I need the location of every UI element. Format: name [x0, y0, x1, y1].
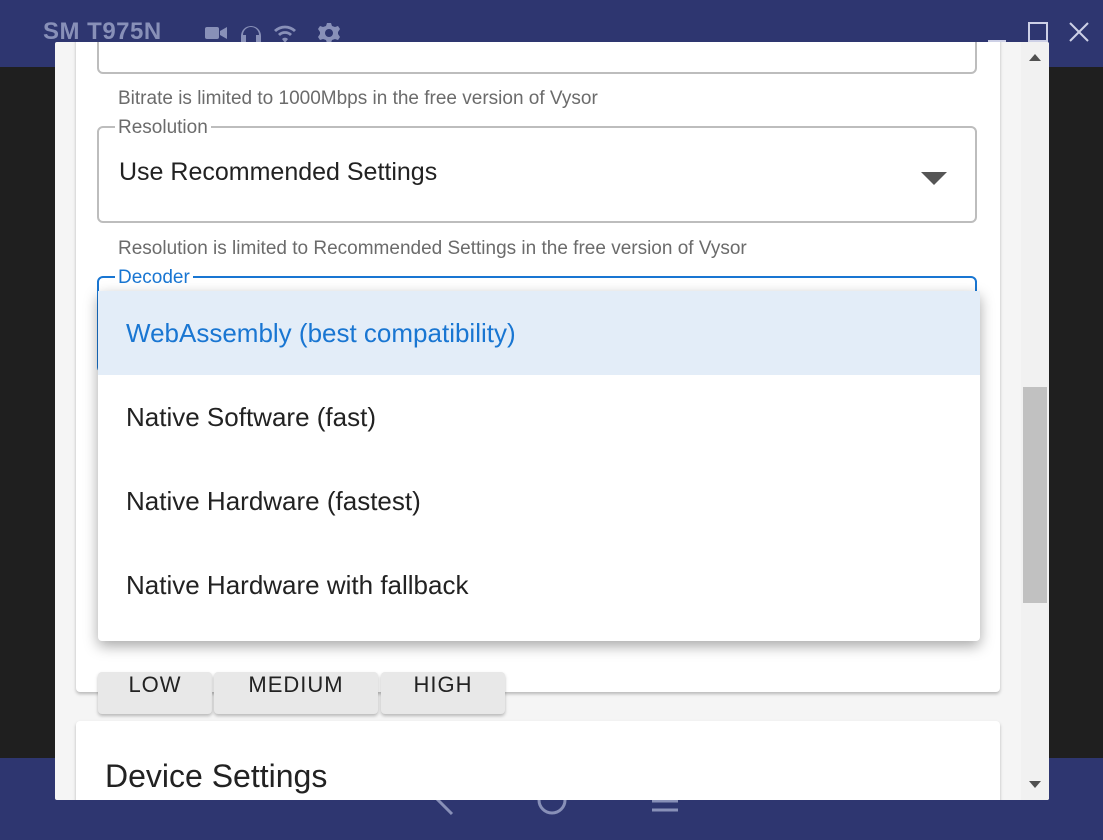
headphones-icon[interactable] — [239, 22, 263, 44]
decoder-option-native-hardware[interactable]: Native Hardware (fastest) — [98, 459, 980, 543]
device-settings-card: Device Settings — [76, 721, 1000, 800]
dialog-scrollbar[interactable] — [1021, 42, 1049, 800]
gear-icon[interactable] — [317, 22, 341, 44]
bitrate-field[interactable] — [97, 42, 977, 74]
decoder-option-native-hardware-fallback[interactable]: Native Hardware with fallback — [98, 543, 980, 627]
bitrate-helper-text: Bitrate is limited to 1000Mbps in the fr… — [118, 88, 598, 109]
decoder-option-webassembly[interactable]: WebAssembly (best compatibility) — [98, 291, 980, 375]
chevron-down-icon — [921, 172, 947, 185]
scroll-up-arrow-icon[interactable] — [1027, 50, 1043, 66]
minimize-icon[interactable] — [985, 20, 1009, 44]
wifi-icon[interactable] — [273, 22, 297, 44]
scroll-thumb[interactable] — [1023, 387, 1047, 603]
quality-medium-button[interactable]: MEDIUM — [214, 672, 378, 714]
resolution-select[interactable]: Use Recommended Settings — [97, 126, 977, 223]
quality-high-button[interactable]: HIGH — [381, 672, 505, 714]
video-camera-icon[interactable] — [204, 22, 228, 44]
scroll-down-arrow-icon[interactable] — [1027, 776, 1043, 792]
quality-low-button[interactable]: LOW — [98, 672, 212, 714]
close-icon[interactable] — [1067, 20, 1091, 44]
resolution-label: Resolution — [115, 117, 211, 139]
device-settings-title: Device Settings — [105, 758, 328, 794]
maximize-icon[interactable] — [1026, 20, 1050, 44]
resolution-helper-text: Resolution is limited to Recommended Set… — [118, 238, 747, 259]
resolution-value: Use Recommended Settings — [119, 158, 438, 186]
decoder-option-native-software[interactable]: Native Software (fast) — [98, 375, 980, 459]
decoder-options-menu: WebAssembly (best compatibility) Native … — [98, 291, 980, 641]
decoder-label: Decoder — [115, 267, 193, 289]
